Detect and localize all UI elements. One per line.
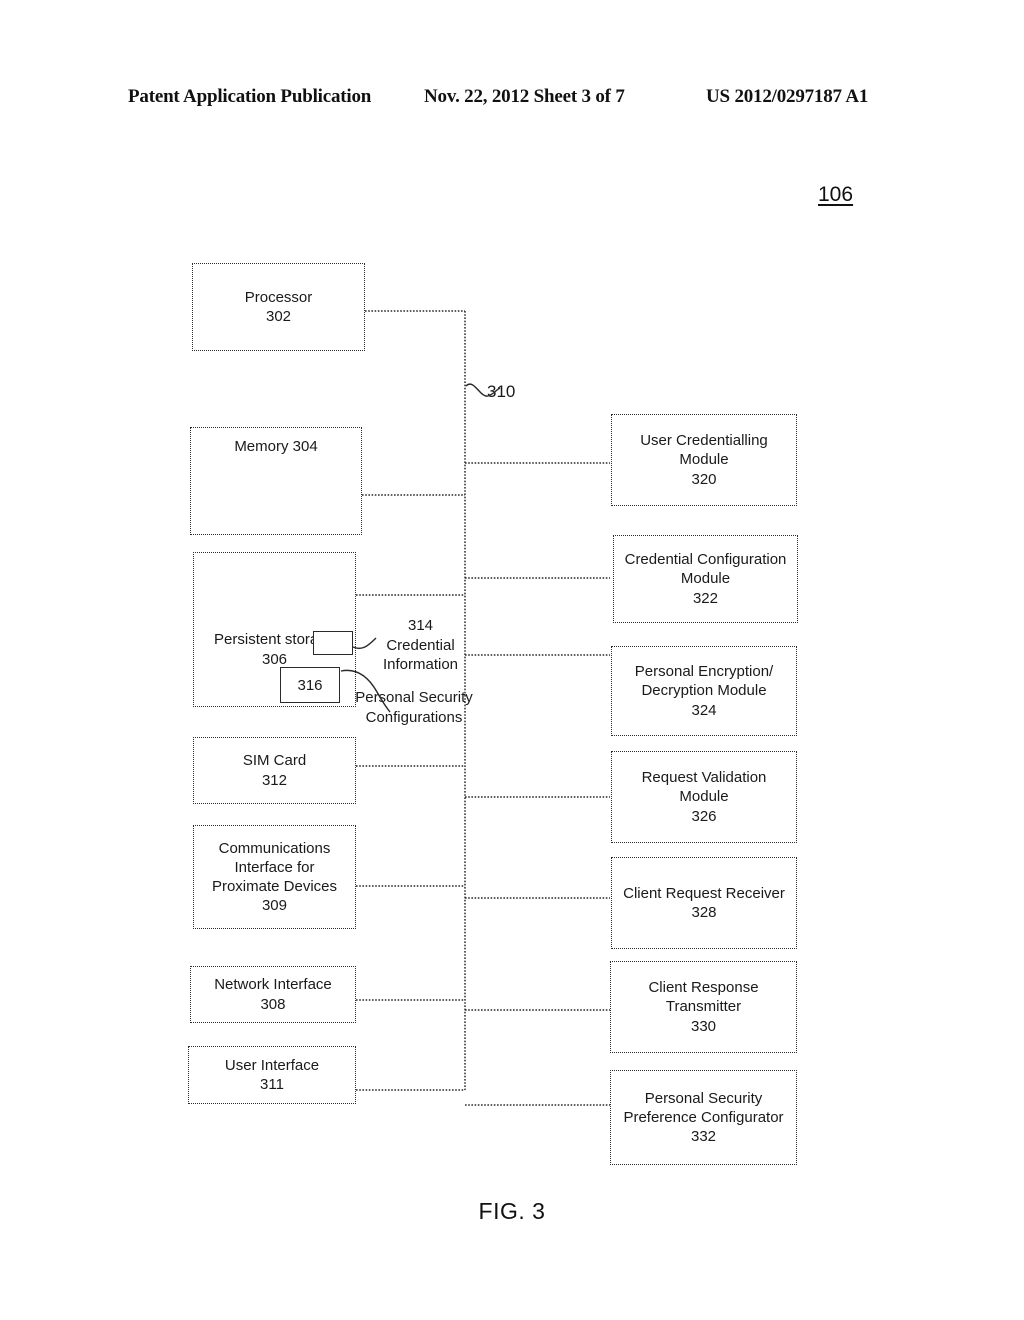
block-user-interface-label: User Interface 311 <box>224 1056 320 1093</box>
module-request-validation-label: Request Validation Module 326 <box>641 769 767 825</box>
module-client-request-receiver: Client Request Receiver 328 <box>611 857 797 949</box>
leader-lines <box>340 383 501 713</box>
date-and-sheet: Nov. 22, 2012 Sheet 3 of 7 <box>424 86 625 107</box>
connector-wires <box>356 310 610 1106</box>
block-memory: Memory 304 <box>190 427 362 535</box>
module-user-credentialling-label: User Credentialling Module 320 <box>640 432 768 488</box>
module-request-validation: Request Validation Module 326 <box>611 751 797 843</box>
annotation-credential-information: 314 Credential Information <box>382 617 459 673</box>
block-processor-label: Processor 302 <box>244 288 313 325</box>
module-client-request-receiver-label: Client Request Receiver 328 <box>623 884 785 921</box>
block-communications-interface-label: Communications Interface for Proximate D… <box>211 839 338 915</box>
module-credential-configuration-label: Credential Configuration Module 322 <box>624 551 787 607</box>
annotation-personal-security-configurations: Personal Security Configurations <box>355 689 473 726</box>
figure-caption: FIG. 3 <box>478 1198 546 1224</box>
module-personal-encryption-decryption: Personal Encryption/ Decryption Module 3… <box>611 646 797 736</box>
block-processor: Processor 302 <box>192 263 365 351</box>
figure-reference-numeral: 106 <box>818 183 854 206</box>
block-sim-card: SIM Card 312 <box>193 737 356 804</box>
block-communications-interface: Communications Interface for Proximate D… <box>193 825 356 929</box>
block-sim-card-label: SIM Card 312 <box>242 752 307 789</box>
bus-label-310: 310 <box>487 382 516 401</box>
module-client-response-transmitter: Client Response Transmitter 330 <box>610 961 797 1053</box>
module-personal-encryption-decryption-label: Personal Encryption/ Decryption Module 3… <box>634 663 774 719</box>
module-personal-security-preference-configurator-label: Personal Security Preference Configurato… <box>623 1089 784 1146</box>
block-user-interface: User Interface 311 <box>188 1046 356 1104</box>
subbox-credential-information <box>313 631 353 655</box>
module-credential-configuration: Credential Configuration Module 322 <box>613 535 798 623</box>
module-client-response-transmitter-label: Client Response Transmitter 330 <box>648 979 759 1035</box>
module-personal-security-preference-configurator: Personal Security Preference Configurato… <box>610 1070 797 1165</box>
block-memory-label: Memory 304 <box>234 438 318 455</box>
subbox-personal-security-configurations: 316 <box>280 667 340 703</box>
page-header: Patent Application Publication Nov. 22, … <box>0 86 1024 114</box>
patent-number: US 2012/0297187 A1 <box>706 86 869 107</box>
publication-title: Patent Application Publication <box>128 86 372 107</box>
subbox-personal-security-configurations-label: 316 <box>297 676 323 694</box>
block-network-interface-label: Network Interface 308 <box>214 976 332 1013</box>
block-network-interface: Network Interface 308 <box>190 966 356 1023</box>
module-user-credentialling: User Credentialling Module 320 <box>611 414 797 506</box>
